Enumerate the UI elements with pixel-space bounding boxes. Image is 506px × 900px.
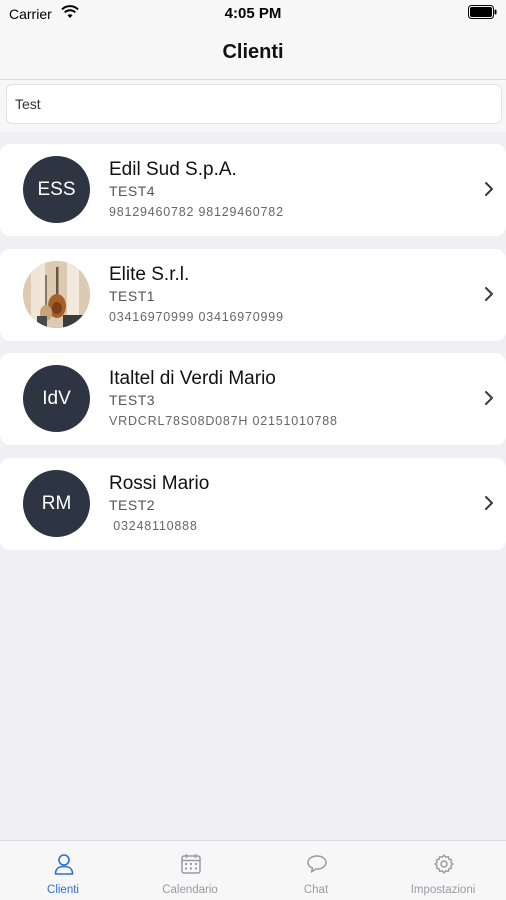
tab-clienti[interactable]: Clienti xyxy=(0,841,126,900)
tab-label: Chat xyxy=(303,884,329,896)
status-bar: Carrier 4:05 PM xyxy=(0,0,506,28)
avatar: RM xyxy=(23,470,90,537)
search-input[interactable] xyxy=(6,84,502,124)
tab-label: Clienti xyxy=(47,884,79,896)
client-code: TEST1 xyxy=(109,288,156,304)
avatar: ESS xyxy=(23,156,90,223)
client-row-italtel[interactable]: IdV Italtel di Verdi Mario TEST3 VRDCRL7… xyxy=(0,353,506,445)
avatar: IdV xyxy=(23,365,90,432)
tab-bar: Clienti Calendario Chat Impostazioni xyxy=(0,840,506,900)
guitar-photo-icon xyxy=(23,261,90,328)
client-name: Edil Sud S.p.A. xyxy=(109,159,237,180)
avatar-photo xyxy=(23,261,90,328)
client-row-elite[interactable]: Elite S.r.l. TEST1 03416970999 034169709… xyxy=(0,249,506,341)
tab-impostazioni[interactable]: Impostazioni xyxy=(380,841,506,900)
client-name: Rossi Mario xyxy=(109,473,210,494)
client-row-edil-sud[interactable]: ESS Edil Sud S.p.A. TEST4 98129460782 98… xyxy=(0,144,506,236)
chevron-right-icon xyxy=(485,391,493,405)
client-code: TEST3 xyxy=(109,392,156,408)
client-name: Italtel di Verdi Mario xyxy=(109,368,276,389)
client-phones: 03416970999 03416970999 xyxy=(109,310,284,324)
person-icon xyxy=(54,854,74,875)
tab-label: Impostazioni xyxy=(410,884,476,896)
tab-label: Calendario xyxy=(162,884,218,896)
client-name: Elite S.r.l. xyxy=(109,264,190,285)
calendar-icon xyxy=(181,854,201,874)
gear-icon xyxy=(434,854,454,874)
page-title: Clienti xyxy=(222,41,284,63)
client-row-rossi-mario[interactable]: RM Rossi Mario TEST2 03248110888 xyxy=(0,458,506,550)
tab-chat[interactable]: Chat xyxy=(253,841,379,900)
battery-icon xyxy=(468,5,497,19)
chevron-right-icon xyxy=(485,496,493,510)
chevron-right-icon xyxy=(485,287,493,301)
tab-calendario[interactable]: Calendario xyxy=(127,841,253,900)
client-code: TEST4 xyxy=(109,183,156,199)
app-screen: Carrier 4:05 PM Clienti ESS Edil Sud S.p… xyxy=(0,0,506,900)
client-phones: VRDCRL78S08D087H 02151010788 xyxy=(109,414,338,428)
status-time: 4:05 PM xyxy=(224,5,282,22)
client-phones: 03248110888 xyxy=(109,519,198,533)
chat-bubble-icon xyxy=(307,855,327,873)
client-code: TEST2 xyxy=(109,497,156,513)
search-bar xyxy=(0,80,506,132)
navigation-bar: Clienti xyxy=(0,28,506,80)
client-phones: 98129460782 98129460782 xyxy=(109,205,284,219)
chevron-right-icon xyxy=(485,182,493,196)
